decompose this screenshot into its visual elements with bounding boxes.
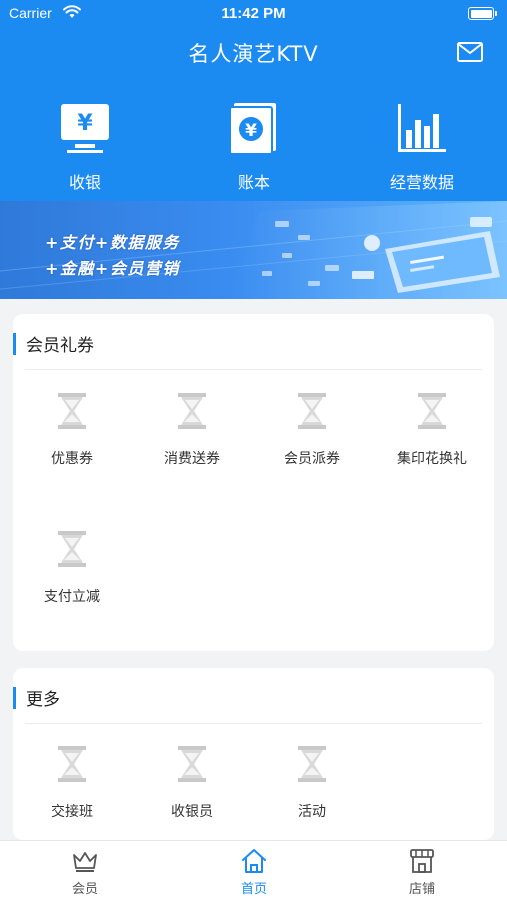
- store-icon: [410, 849, 434, 873]
- status-time: 11:42 PM: [221, 5, 286, 22]
- ledger-book-icon: ¥: [229, 103, 276, 155]
- status-bar: Carrier 11:42 PM: [0, 0, 507, 28]
- crown-icon: [73, 852, 97, 872]
- quick-action-label: 经营数据: [389, 173, 454, 192]
- grid-item-label: 交接班: [51, 804, 93, 820]
- tab-label: 首页: [240, 882, 267, 897]
- promo-banner[interactable]: +支付+数据服务 +金融+会员营销: [0, 201, 507, 299]
- hourglass-icon: [178, 393, 206, 429]
- hourglass-icon: [58, 531, 86, 567]
- card-header: 会员礼券: [13, 314, 494, 370]
- grid-item-activities[interactable]: 活动: [254, 745, 370, 821]
- cashier-yen-monitor-icon: ¥: [61, 104, 109, 153]
- hourglass-icon: [178, 746, 206, 782]
- quick-action-label: 收银: [68, 173, 101, 192]
- hourglass-icon: [418, 393, 446, 429]
- banner-slogan-line1: +支付+数据服务: [45, 233, 180, 252]
- bar-chart-icon: [398, 104, 446, 152]
- grid-item-pay-discount[interactable]: 支付立减: [14, 530, 130, 606]
- quick-action-business-data[interactable]: 经营数据: [362, 100, 482, 193]
- member-coupons-card: 会员礼券 优惠券 消费送券 会员派券 集印花换礼 支付立减: [13, 314, 494, 651]
- mail-icon[interactable]: [456, 40, 484, 64]
- hourglass-icon: [298, 393, 326, 429]
- tab-label: 会员: [71, 882, 98, 897]
- section-accent-bar: [13, 333, 16, 355]
- hourglass-icon: [298, 746, 326, 782]
- card-header: 更多: [13, 668, 494, 724]
- grid-item-shift-handover[interactable]: 交接班: [14, 745, 130, 821]
- page-title: 名人演艺KTV: [188, 42, 319, 66]
- banner-slogan-line2: +金融+会员营销: [45, 259, 180, 278]
- grid-item-label: 会员派券: [284, 451, 340, 467]
- tab-members[interactable]: 会员: [35, 847, 135, 897]
- tab-label: 店铺: [408, 882, 435, 897]
- quick-action-ledger[interactable]: ¥ 账本: [194, 100, 314, 193]
- grid-item-label: 活动: [298, 804, 326, 820]
- grid-item-label: 集印花换礼: [397, 451, 467, 467]
- home-icon: [242, 849, 266, 873]
- grid-item-label: 支付立减: [44, 589, 100, 605]
- svg-text:¥: ¥: [245, 121, 257, 141]
- hourglass-icon: [58, 746, 86, 782]
- bottom-tab-bar: 会员 首页 店铺: [0, 840, 507, 900]
- divider: [25, 369, 482, 370]
- grid-item-label: 优惠券: [51, 451, 93, 467]
- grid-item-cashiers[interactable]: 收银员: [134, 745, 250, 821]
- grid-item-member-dispatch[interactable]: 会员派券: [254, 392, 370, 468]
- section-title: 会员礼券: [26, 336, 94, 356]
- hourglass-icon: [58, 393, 86, 429]
- grid-item-spend-coupon[interactable]: 消费送券: [134, 392, 250, 468]
- section-accent-bar: [13, 687, 16, 709]
- grid-item-stamp-redeem[interactable]: 集印花换礼: [374, 392, 490, 468]
- section-title: 更多: [26, 690, 60, 710]
- quick-action-label: 账本: [237, 173, 270, 192]
- grid-item-label: 收银员: [171, 804, 213, 820]
- quick-action-cashier[interactable]: ¥ 收银: [25, 100, 145, 193]
- grid-item-coupon[interactable]: 优惠券: [14, 392, 130, 468]
- svg-text:¥: ¥: [77, 111, 93, 136]
- divider: [25, 723, 482, 724]
- tab-home[interactable]: 首页: [204, 847, 304, 897]
- tab-store[interactable]: 店铺: [372, 847, 472, 897]
- header-area: Carrier 11:42 PM 名人演艺KTV ¥ 收银 ¥ 账本 经营数据: [0, 0, 507, 202]
- grid-item-label: 消费送券: [164, 451, 220, 467]
- battery-icon: [468, 7, 497, 20]
- more-card: 更多 交接班 收银员 活动: [13, 668, 494, 840]
